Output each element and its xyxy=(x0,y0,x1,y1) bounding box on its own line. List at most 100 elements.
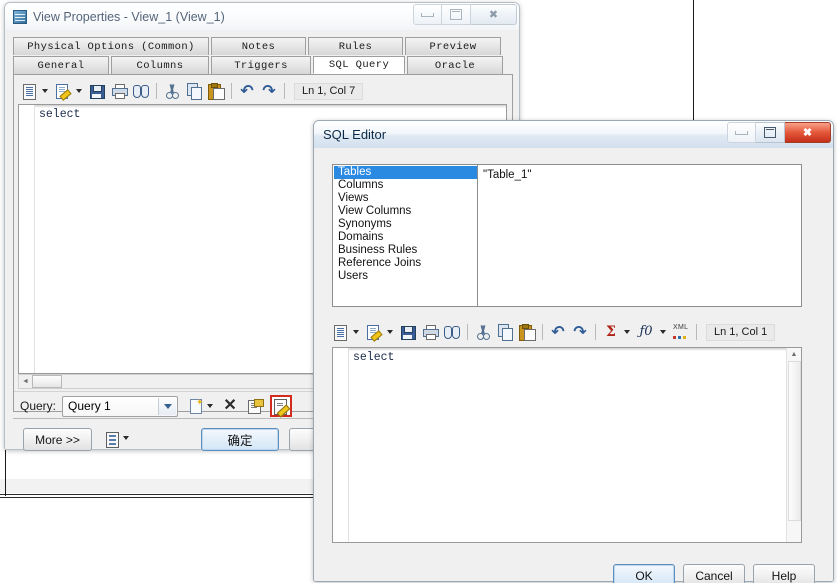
sql-editor-body: Tables Columns Views View Columns Synony… xyxy=(314,148,833,583)
chevron-down-icon[interactable] xyxy=(158,397,177,415)
close-button[interactable]: ✖ xyxy=(785,122,831,143)
redo-icon[interactable]: ↷ xyxy=(570,322,590,342)
list-item[interactable]: Tables xyxy=(334,166,478,179)
copy-icon[interactable] xyxy=(184,81,204,101)
ok-button[interactable]: 确定 xyxy=(201,428,279,451)
sql-editor-toolbar[interactable]: ↶ ↷ Σ ƒ0 XML Ln 1, Col 1 xyxy=(330,320,776,344)
print-icon[interactable] xyxy=(109,81,129,101)
edit-script-icon[interactable] xyxy=(53,81,73,101)
close-button[interactable]: ✖ xyxy=(471,4,517,25)
new-query-caret-icon[interactable] xyxy=(207,404,214,408)
query-select[interactable]: Query 1 xyxy=(62,395,179,417)
minimize-button[interactable] xyxy=(727,122,756,143)
desktop-artifact-band xyxy=(0,479,313,493)
list-item[interactable]: Users xyxy=(334,270,478,283)
paste-icon[interactable] xyxy=(517,322,537,342)
grid-menu-icon[interactable] xyxy=(102,429,122,449)
cancel-button[interactable]: Cancel xyxy=(683,564,745,583)
save-icon[interactable] xyxy=(87,81,107,101)
edit-script-caret-icon[interactable] xyxy=(387,330,393,334)
minimize-button[interactable] xyxy=(413,4,442,25)
undo-icon[interactable]: ↶ xyxy=(548,322,568,342)
tab-oracle[interactable]: Oracle xyxy=(407,56,503,74)
list-item[interactable]: Domains xyxy=(334,231,478,244)
sql-editor-window-buttons[interactable]: ✖ xyxy=(727,122,831,143)
function-caret-icon[interactable] xyxy=(660,330,666,334)
scroll-up-arrow-icon[interactable]: ▲ xyxy=(788,348,801,361)
editor-text[interactable]: select xyxy=(353,351,799,364)
find-icon[interactable] xyxy=(442,322,462,342)
delete-query-button[interactable]: ✕ xyxy=(220,396,240,416)
cut-icon[interactable] xyxy=(162,81,182,101)
list-item-label: Views xyxy=(338,192,369,204)
ok-button[interactable]: OK xyxy=(613,564,675,583)
tab-sql-query[interactable]: SQL Query xyxy=(313,56,405,74)
scroll-left-arrow-icon[interactable]: ◄ xyxy=(19,375,32,388)
scrollbar-thumb[interactable] xyxy=(787,361,801,521)
editor-vertical-scrollbar[interactable]: ▲ xyxy=(786,348,801,542)
view-properties-toolbar[interactable]: ↶ ↷ Ln 1, Col 7 xyxy=(19,79,364,103)
more-button[interactable]: More >> xyxy=(23,428,92,451)
print-icon[interactable] xyxy=(420,322,440,342)
editor-gutter xyxy=(19,105,35,373)
tab-preview[interactable]: Preview xyxy=(405,37,501,55)
maximize-button[interactable] xyxy=(442,4,471,25)
query-bar[interactable]: Query: Query 1 ✦ ✕ xyxy=(20,395,293,418)
list-item[interactable]: "Table_1" xyxy=(483,169,796,181)
list-item[interactable]: Reference Joins xyxy=(334,257,478,270)
aggregate-caret-icon[interactable] xyxy=(624,330,630,334)
tab-triggers[interactable]: Triggers xyxy=(211,56,311,74)
list-item[interactable]: View Columns xyxy=(334,205,478,218)
sql-editor-dialog[interactable]: SQL Editor ✖ Tables Columns Views View C… xyxy=(313,120,834,583)
tab-columns[interactable]: Columns xyxy=(111,56,209,74)
find-icon[interactable] xyxy=(131,81,151,101)
xml-icon[interactable]: XML xyxy=(671,322,691,342)
undo-icon[interactable]: ↶ xyxy=(237,81,257,101)
save-icon[interactable] xyxy=(398,322,418,342)
ok-button-label: 确定 xyxy=(227,434,253,448)
copy-icon[interactable] xyxy=(495,322,515,342)
tab-rules[interactable]: Rules xyxy=(308,37,403,55)
list-item[interactable]: Business Rules xyxy=(334,244,478,257)
new-script-icon[interactable] xyxy=(330,322,350,342)
function-icon[interactable]: ƒ0 xyxy=(635,322,657,342)
tab-row-2[interactable]: General Columns Triggers SQL Query Oracl… xyxy=(13,56,511,74)
new-query-button[interactable]: ✦ xyxy=(186,396,206,416)
query-properties-button[interactable] xyxy=(246,396,266,416)
tab-notes[interactable]: Notes xyxy=(211,37,306,55)
toolbar-separator xyxy=(595,324,596,340)
tab-label: Oracle xyxy=(434,59,476,72)
grid-menu-caret-icon[interactable] xyxy=(123,436,129,440)
paste-icon[interactable] xyxy=(206,81,226,101)
tab-row-1[interactable]: Physical Options (Common) Notes Rules Pr… xyxy=(13,37,511,55)
help-button[interactable]: Help xyxy=(753,564,815,583)
cancel-button-label: Cancel xyxy=(695,568,733,583)
list-item[interactable]: Views xyxy=(334,192,478,205)
cut-icon[interactable] xyxy=(473,322,493,342)
sql-editor-titlebar[interactable]: SQL Editor ✖ xyxy=(314,121,833,148)
cursor-position-label: Ln 1, Col 1 xyxy=(706,323,776,341)
edit-script-icon[interactable] xyxy=(364,322,384,342)
object-detail-list[interactable]: "Table_1" xyxy=(477,164,802,307)
new-script-caret-icon[interactable] xyxy=(353,330,359,334)
new-script-icon[interactable] xyxy=(19,81,39,101)
view-properties-tabstrip[interactable]: Physical Options (Common) Notes Rules Pr… xyxy=(13,37,511,74)
new-script-caret-icon[interactable] xyxy=(42,89,48,93)
edit-sql-button[interactable] xyxy=(270,395,293,418)
scrollbar-thumb[interactable] xyxy=(32,375,62,388)
screen: View Properties - View_1 (View_1) ✖ Phys… xyxy=(0,0,837,583)
tab-physical-options-common[interactable]: Physical Options (Common) xyxy=(13,37,209,55)
view-properties-window-buttons[interactable]: ✖ xyxy=(413,4,517,25)
tab-general[interactable]: General xyxy=(13,56,109,74)
tab-label: Notes xyxy=(241,40,276,53)
list-item[interactable]: Synonyms xyxy=(334,218,478,231)
aggregate-sigma-icon[interactable]: Σ xyxy=(601,322,621,342)
sql-editor-textarea[interactable]: select ▲ xyxy=(332,347,802,543)
maximize-button[interactable] xyxy=(756,122,785,143)
view-properties-titlebar[interactable]: View Properties - View_1 (View_1) ✖ xyxy=(5,3,519,30)
list-item[interactable]: Columns xyxy=(334,179,478,192)
query-select-value: Query 1 xyxy=(68,399,111,413)
edit-script-caret-icon[interactable] xyxy=(76,89,82,93)
redo-icon[interactable]: ↷ xyxy=(259,81,279,101)
object-type-list[interactable]: Tables Columns Views View Columns Synony… xyxy=(332,164,480,307)
